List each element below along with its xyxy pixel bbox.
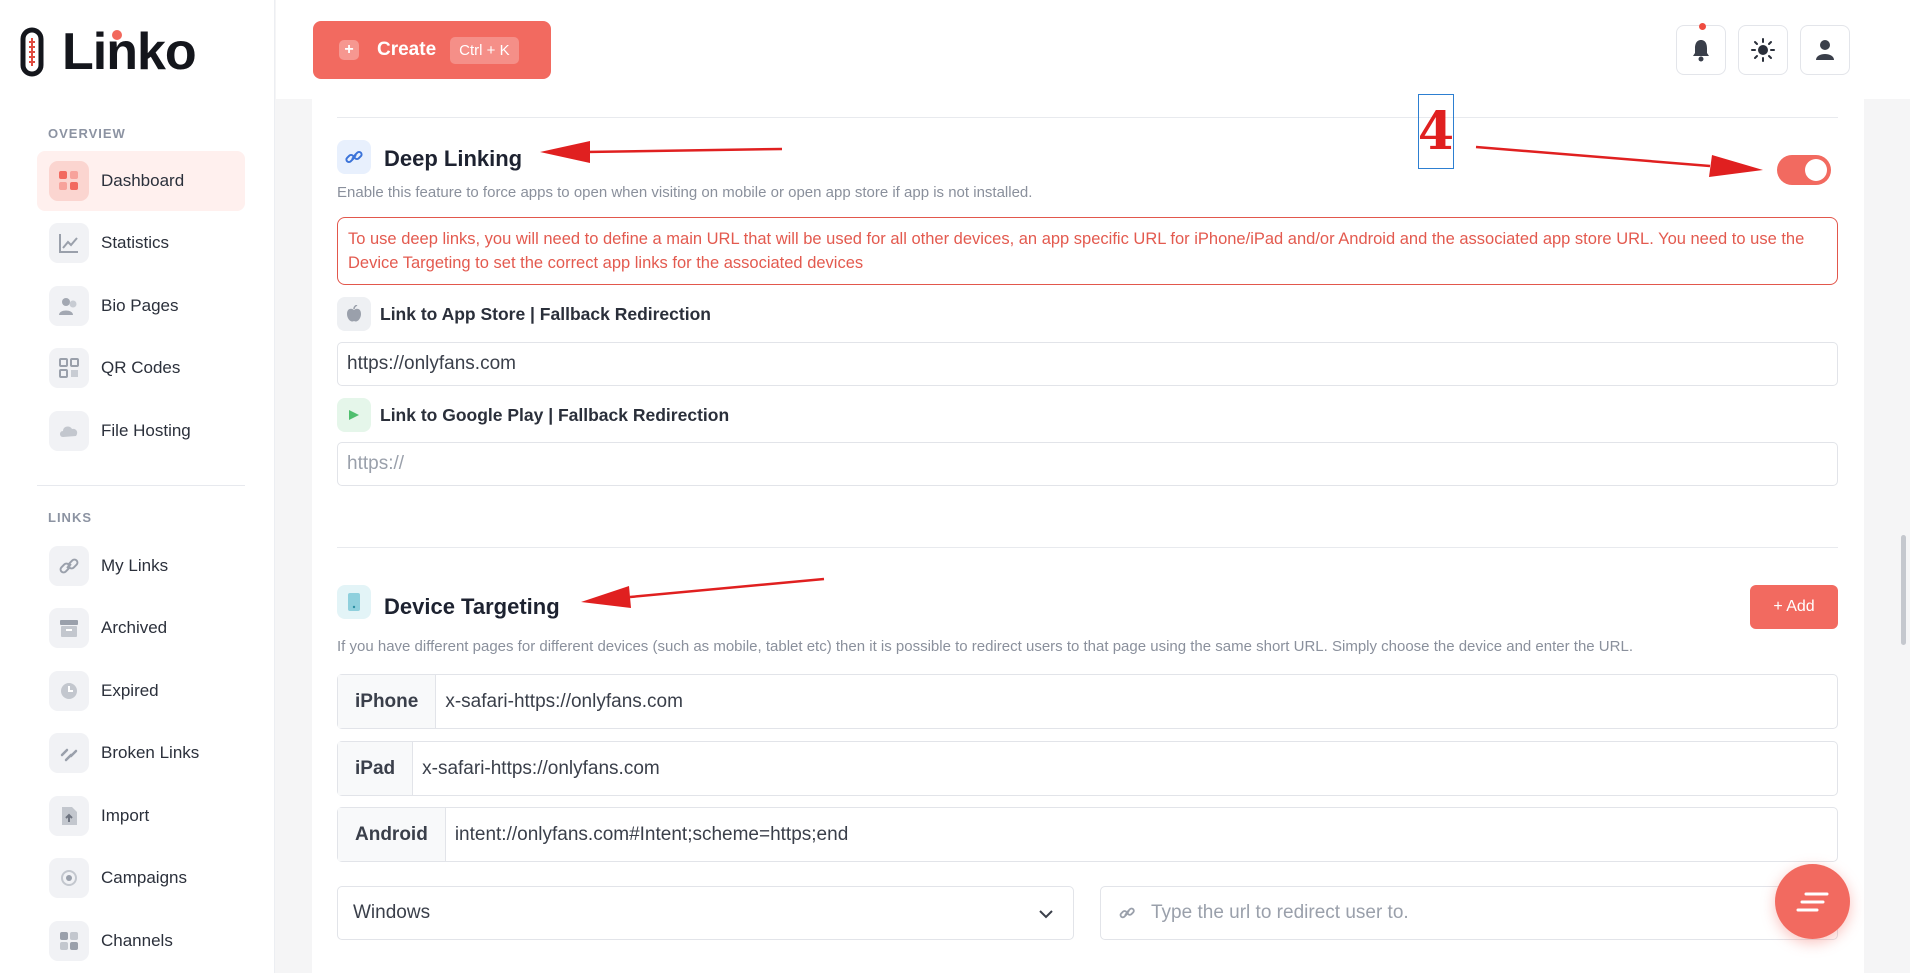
sidebar-item-label: Campaigns [101,868,187,887]
sidebar-item-file-hosting[interactable]: File Hosting [37,401,245,461]
qr-icon [49,348,89,388]
logo-mark-icon [20,24,56,80]
sidebar: Linko OVERVIEW Dashboard Statistics Bio … [0,0,275,973]
deep-linking-description: Enable this feature to force apps to ope… [337,184,1033,201]
google-play-icon [337,398,371,432]
user-icon [1816,40,1834,60]
device-select[interactable]: Windows [337,886,1074,940]
google-play-url-input[interactable]: https:// [337,442,1838,486]
device-url-input[interactable]: x-safari-https://onlyfans.com [413,742,660,795]
sidebar-item-qr-codes[interactable]: QR Codes [37,338,245,398]
menu-fab-button[interactable] [1775,864,1850,939]
add-device-button[interactable]: + Add [1750,585,1838,629]
url-placeholder: Type the url to redirect user to. [1151,902,1409,923]
device-row-android: Android intent://onlyfans.com#Intent;sch… [337,807,1838,862]
users-icon [49,286,89,326]
sidebar-item-expired[interactable]: Expired [37,661,245,721]
sidebar-item-my-links[interactable]: My Links [37,536,245,596]
menu-lines-icon [1796,892,1828,911]
sidebar-item-statistics[interactable]: Statistics [37,213,245,273]
google-play-label: Link to Google Play | Fallback Redirecti… [380,405,730,425]
sidebar-item-label: File Hosting [101,421,191,440]
sidebar-item-import[interactable]: Import [37,786,245,846]
sidebar-item-label: My Links [101,556,169,575]
device-url-input[interactable]: intent://onlyfans.com#Intent;scheme=http… [446,808,848,861]
device-label: iPad [338,742,414,795]
device-url-input[interactable]: x-safari-https://onlyfans.com [436,675,683,728]
sidebar-item-broken-links[interactable]: Broken Links [37,723,245,783]
sidebar-item-archived[interactable]: Archived [37,598,245,658]
device-targeting-title: Device Targeting [384,594,560,619]
sidebar-divider [37,485,245,486]
device-row-ipad: iPad x-safari-https://onlyfans.com [337,741,1838,796]
sidebar-item-bio-pages[interactable]: Bio Pages [37,276,245,336]
toggle-knob [1805,159,1827,181]
device-url-field[interactable]: Type the url to redirect user to. [1100,886,1838,940]
device-label: iPhone [338,675,437,728]
target-icon [49,858,89,898]
device-select-value: Windows [353,902,431,923]
create-label: Create [377,39,437,60]
divider [337,547,1838,548]
theme-toggle-button[interactable] [1738,25,1788,75]
device-row-iphone: iPhone x-safari-https://onlyfans.com [337,674,1838,729]
link-icon [49,546,89,586]
sidebar-item-label: Expired [101,681,159,700]
clock-icon [49,671,89,711]
sidebar-item-label: Channels [101,931,173,950]
sidebar-item-channels[interactable]: Channels [37,911,245,971]
sidebar-item-label: Import [101,806,150,825]
notifications-button[interactable] [1676,23,1726,75]
annotation-number-box: 4 [1418,94,1454,169]
create-button[interactable]: + Create Ctrl + K [313,21,551,79]
chevron-down-icon [1039,910,1053,919]
grid-icon [49,921,89,961]
sidebar-item-label: Dashboard [101,171,185,190]
sun-icon [1751,38,1775,62]
app-store-url-input[interactable]: https://onlyfans.com [337,342,1838,386]
link-icon [1119,907,1135,919]
device-section-icon [337,585,371,619]
links-section-title: LINKS [48,510,92,525]
device-targeting-description: If you have different pages for differen… [337,638,1633,655]
tablet-icon [348,593,360,611]
dashboard-icon [49,161,89,201]
shortcut-badge: Ctrl + K [450,36,519,64]
import-icon [49,796,89,836]
sidebar-item-campaigns[interactable]: Campaigns [37,848,245,908]
deep-linking-toggle[interactable] [1777,155,1831,185]
app-store-label: Link to App Store | Fallback Redirection [380,304,711,324]
link-icon [345,150,363,164]
chart-icon [49,223,89,263]
scrollbar-thumb[interactable] [1901,535,1906,645]
overview-section-title: OVERVIEW [48,126,126,141]
logo[interactable]: Linko [20,22,197,82]
sidebar-item-dashboard[interactable]: Dashboard [37,151,245,211]
sidebar-item-label: Bio Pages [101,296,179,315]
brand-name: Linko [62,23,197,81]
archive-icon [49,608,89,648]
device-label: Android [338,808,446,861]
sidebar-item-label: QR Codes [101,358,181,377]
divider [337,117,1838,118]
sidebar-item-label: Archived [101,618,168,637]
sidebar-item-label: Statistics [101,233,170,252]
bell-icon [1693,40,1709,62]
deep-linking-title: Deep Linking [384,146,523,171]
cloud-icon [49,411,89,451]
broken-link-icon [49,733,89,773]
logo-dot [112,30,122,40]
sidebar-item-label: Broken Links [101,743,200,762]
deep-link-section-icon [337,140,371,174]
plus-icon: + [339,40,359,60]
user-menu-button[interactable] [1800,25,1850,75]
deep-linking-alert: To use deep links, you will need to defi… [337,217,1838,285]
apple-icon [337,297,371,331]
notification-dot [1699,23,1706,30]
